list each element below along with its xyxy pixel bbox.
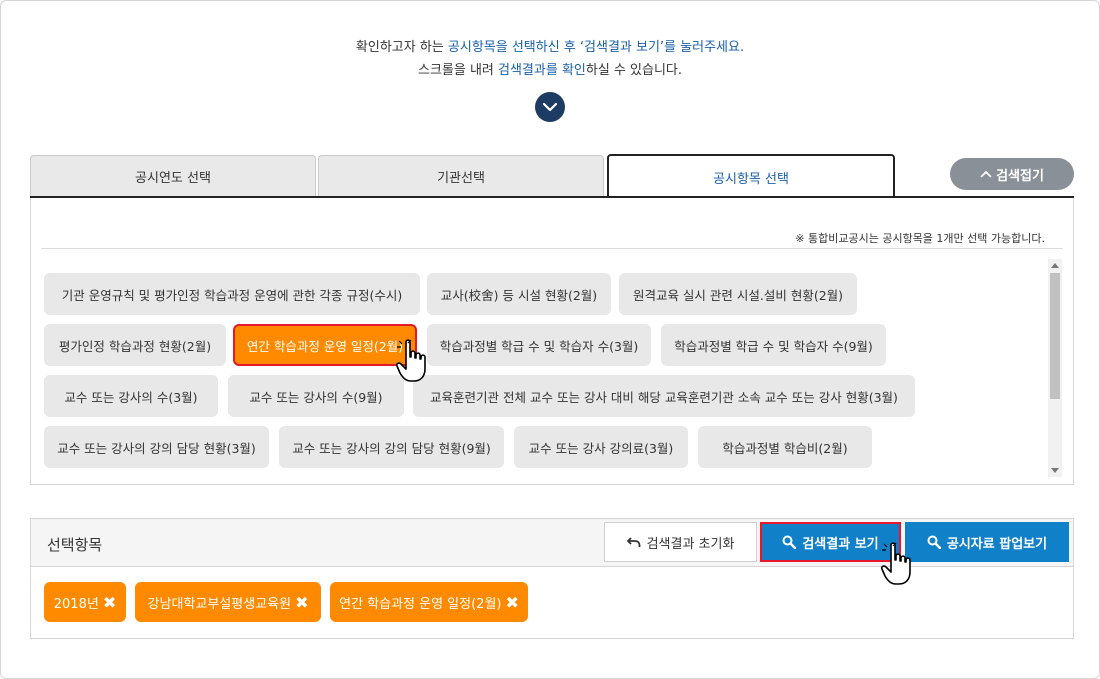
tab-institution-label: 기관선택 <box>437 171 485 186</box>
scroll-down-arrow-icon[interactable] <box>1051 468 1059 473</box>
item-label: 평가인정 학습과정 현황(2월) <box>58 338 212 354</box>
item-remote-facilities[interactable]: 원격교육 실시 관련 시설.설비 현황(2월) <box>619 273 857 315</box>
item-label: 연간 학습과정 운영 일정(2월) <box>246 338 404 354</box>
item-classes-learners-mar[interactable]: 학습과정별 학급 수 및 학습자 수(3월) <box>427 324 651 366</box>
tab-year[interactable]: 공시연도 선택 <box>30 155 316 197</box>
item-label: 학습과정별 학급 수 및 학습자 수(3월) <box>439 338 639 354</box>
item-teaching-load-mar[interactable]: 교수 또는 강사의 강의 담당 현황(3월) <box>44 426 269 468</box>
item-label: 교수 또는 강사의 강의 담당 현황(9월) <box>292 440 491 456</box>
item-label: 교수 또는 강사의 수(3월) <box>64 389 198 405</box>
reset-results-button[interactable]: 검색결과 초기화 <box>604 522 757 562</box>
selected-chip-item[interactable]: 연간 학습과정 운영 일정(2월) ✖ <box>330 582 528 622</box>
item-label: 교수 또는 강사의 수(9월) <box>249 389 383 405</box>
search-icon <box>927 535 941 549</box>
item-instructors-sep[interactable]: 교수 또는 강사의 수(9월) <box>228 375 404 417</box>
item-facilities[interactable]: 교사(校舍) 등 시설 현황(2월) <box>427 273 611 315</box>
tab-items[interactable]: 공시항목 선택 <box>607 154 895 198</box>
item-certified-courses[interactable]: 평가인정 학습과정 현황(2월) <box>44 324 226 366</box>
chevron-down-icon <box>543 102 557 111</box>
chip-label: 2018년 <box>53 596 99 612</box>
hand-pointer-icon <box>881 542 911 585</box>
chevron-up-icon <box>980 170 992 178</box>
intro-line-1-text: 확인하고자 하는 <box>355 40 448 55</box>
search-icon <box>782 535 797 549</box>
chip-label: 강남대학교부설평생교육원 <box>147 596 292 612</box>
intro-line-1: 확인하고자 하는 공시항목을 선택하신 후 ‘검색결과 보기’를 눌러주세요. <box>0 36 1100 59</box>
scroll-down-button[interactable] <box>535 92 565 122</box>
close-icon[interactable]: ✖ <box>505 593 518 612</box>
item-lecture-fee[interactable]: 교수 또는 강사 강의료(3월) <box>514 426 688 468</box>
collapse-search-button[interactable]: 검색접기 <box>950 158 1074 190</box>
item-label: 교사(校舍) 등 시설 현황(2월) <box>440 287 598 303</box>
intro-line-2-highlight: 검색결과를 확인 <box>498 63 586 78</box>
item-label: 교수 또는 강사 강의료(3월) <box>528 440 674 456</box>
tab-year-label: 공시연도 선택 <box>135 171 211 186</box>
item-label: 원격교육 실시 관련 시설.설비 현황(2월) <box>632 287 844 303</box>
selection-title: 선택항목 <box>47 536 103 554</box>
popup-view-label: 공시자료 팝업보기 <box>946 536 1048 552</box>
item-label: 교육훈련기관 전체 교수 또는 강사 대비 해당 교육훈련기관 소속 교수 또는… <box>430 389 898 405</box>
item-label: 학습과정별 학급 수 및 학습자 수(9월) <box>674 338 873 354</box>
item-teaching-load-sep[interactable]: 교수 또는 강사의 강의 담당 현황(9월) <box>279 426 504 468</box>
item-annual-schedule[interactable]: 연간 학습과정 운영 일정(2월) <box>233 324 417 366</box>
tab-institution[interactable]: 기관선택 <box>318 155 604 197</box>
item-regulations[interactable]: 기관 운영규칙 및 평가인정 학습과정 운영에 관한 각종 규정(수시) <box>44 273 420 315</box>
item-instructor-ratio[interactable]: 교육훈련기관 전체 교수 또는 강사 대비 해당 교육훈련기관 소속 교수 또는… <box>413 375 915 417</box>
selection-note: ※ 통합비교공시는 공시항목을 1개만 선택 가능합니다. <box>795 232 1045 245</box>
scroll-up-arrow-icon[interactable] <box>1051 263 1059 268</box>
panel-divider <box>41 248 1063 249</box>
intro-line-2-suffix: 하실 수 있습니다. <box>585 63 682 78</box>
hand-pointer-icon <box>396 339 426 382</box>
close-icon[interactable]: ✖ <box>103 593 116 612</box>
view-results-label: 검색결과 보기 <box>802 536 879 552</box>
popup-view-button[interactable]: 공시자료 팝업보기 <box>905 522 1069 562</box>
close-icon[interactable]: ✖ <box>295 593 308 612</box>
item-label: 교수 또는 강사의 강의 담당 현황(3월) <box>57 440 256 456</box>
item-instructors-mar[interactable]: 교수 또는 강사의 수(3월) <box>44 375 218 417</box>
item-classes-learners-sep[interactable]: 학습과정별 학급 수 및 학습자 수(9월) <box>661 324 886 366</box>
intro-line-1-highlight: 공시항목을 선택하신 후 ‘검색결과 보기’를 눌러주세요. <box>447 40 745 55</box>
item-label: 학습과정별 학습비(2월) <box>722 440 848 456</box>
selected-chip-year[interactable]: 2018년 ✖ <box>44 582 126 622</box>
tab-items-label: 공시항목 선택 <box>713 171 789 187</box>
intro-line-2: 스크롤을 내려 검색결과를 확인하실 수 있습니다. <box>0 59 1100 82</box>
item-label: 기관 운영규칙 및 평가인정 학습과정 운영에 관한 각종 규정(수시) <box>61 287 403 303</box>
chip-label: 연간 학습과정 운영 일정(2월) <box>339 596 502 612</box>
scrollbar-thumb[interactable] <box>1050 273 1060 399</box>
undo-icon <box>626 537 640 547</box>
item-tuition[interactable]: 학습과정별 학습비(2월) <box>698 426 872 468</box>
reset-results-label: 검색결과 초기화 <box>646 536 735 552</box>
selected-chip-institution[interactable]: 강남대학교부설평생교육원 ✖ <box>135 582 321 622</box>
collapse-search-label: 검색접기 <box>996 168 1044 184</box>
view-results-button[interactable]: 검색결과 보기 <box>760 522 901 562</box>
items-scrollbar[interactable] <box>1048 259 1062 477</box>
intro-text: 확인하고자 하는 공시항목을 선택하신 후 ‘검색결과 보기’를 눌러주세요. … <box>0 36 1100 82</box>
intro-line-2-text: 스크롤을 내려 <box>417 63 499 78</box>
